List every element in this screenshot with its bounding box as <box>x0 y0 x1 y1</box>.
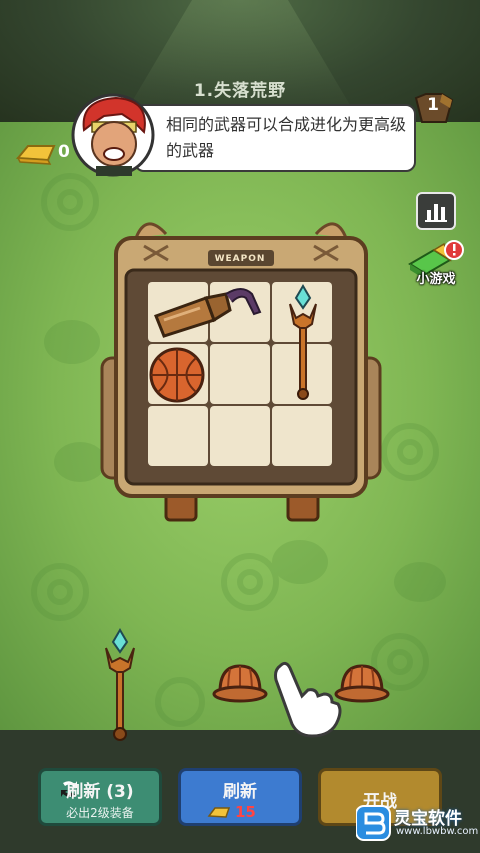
crystal-staff-icon[interactable] <box>286 284 320 404</box>
grid-cell[interactable] <box>210 406 270 466</box>
grid-cell[interactable] <box>272 406 332 466</box>
character-avatar <box>71 93 155 177</box>
tutorial-message: 相同的武器可以合成进化为更高级的武器 <box>166 115 407 160</box>
player-level: 1 <box>427 95 439 115</box>
refresh-b-title: 刷新 <box>223 782 257 802</box>
refresh-a-subtitle: 必出2级装备 <box>66 806 134 820</box>
mini-game-label[interactable]: 小游戏 <box>408 268 464 287</box>
grid-cell[interactable] <box>148 406 208 466</box>
basketball-icon[interactable] <box>148 346 206 404</box>
bottle-weapon-icon[interactable] <box>150 284 268 340</box>
refresh-guaranteed-button[interactable]: 刷新 (3) 必出2级装备 <box>38 768 162 826</box>
shop-helmet-icon[interactable] <box>334 660 390 706</box>
level-title: 1.失落荒野 <box>193 81 287 101</box>
shop-crystal-staff-icon[interactable] <box>102 628 138 744</box>
shop-helmet-icon[interactable] <box>212 660 268 706</box>
bar-chart-icon <box>425 204 447 222</box>
refresh-button[interactable]: 刷新 15 <box>178 768 302 826</box>
refresh-a-title: 刷新 (3) <box>66 782 134 802</box>
watermark-url: www.lbwbw.com <box>396 826 479 837</box>
backpack-label: WEAPON <box>214 254 266 264</box>
refresh-cost: 15 <box>235 803 256 821</box>
grid-cell[interactable] <box>210 344 270 404</box>
gold-bar-icon <box>207 807 231 818</box>
gold-count: 0 <box>58 142 70 162</box>
pointing-hand-icon <box>274 661 342 738</box>
rank-button[interactable] <box>416 192 456 230</box>
